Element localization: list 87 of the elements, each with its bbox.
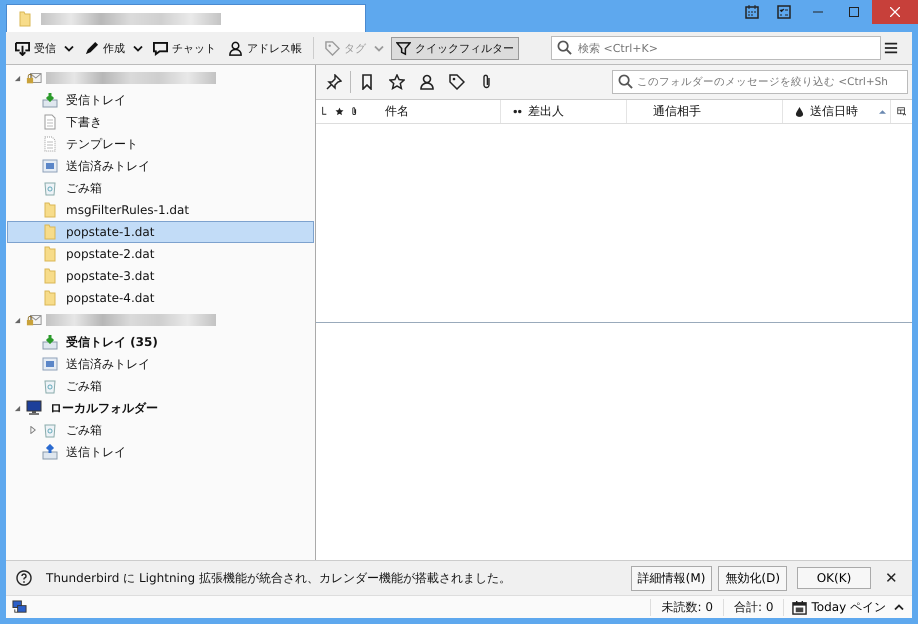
computer-icon [26,400,42,416]
filter-icon [396,40,411,56]
column-header[interactable]: 差出人 [507,100,627,123]
trash-icon [42,180,58,196]
column-header[interactable]: 件名 [365,100,501,123]
folder-row[interactable]: popstate-1.dat [7,221,314,243]
mail-account-icon [26,312,42,328]
folder-icon [42,224,58,240]
filter-button[interactable]: クイックフィルター [391,36,519,60]
star-icon[interactable] [389,74,405,90]
folder-row[interactable]: 受信トレイ [7,89,314,111]
attachment-icon[interactable] [350,106,359,117]
chat-icon [153,40,168,56]
search-icon [557,40,572,55]
task-list-icon[interactable] [776,4,792,20]
folder-row[interactable]: ごみ箱 [7,177,314,199]
sent-icon [42,356,58,372]
folder-row[interactable]: ローカルフォルダー [7,397,314,419]
folder-row[interactable]: ごみ箱 [7,419,314,441]
folder-row[interactable]: 送信済みトレイ [7,155,314,177]
folder-row[interactable]: テンプレート [7,133,314,155]
bookmark-icon[interactable] [359,74,375,90]
junk-icon [795,106,804,117]
get-button[interactable]: 受信 [10,36,61,60]
notification-button[interactable]: 詳細情報(M) [630,566,712,590]
caret-icon [133,44,143,52]
column-header[interactable]: 通信相手 [633,100,783,123]
close-button[interactable] [872,0,918,24]
tag-icon [325,40,340,56]
close-notification-button[interactable]: ✕ [881,569,902,587]
calendar-icon[interactable] [744,4,760,20]
mail-account-icon [26,70,42,86]
folder-row[interactable]: msgFilterRules-1.dat [7,199,314,221]
folder-icon [42,202,58,218]
unread-count: 未読数: 0 [650,598,723,616]
folder-icon [42,268,58,284]
calendar-icon [792,600,808,614]
tag-icon[interactable] [449,74,465,90]
chat-button[interactable]: チャット [148,36,221,60]
notification-message: Thunderbird に Lightning 拡張機能が統合され、カレンダー機能が搭載されました。 [46,570,511,586]
sort-ascending-icon [879,109,886,114]
menu-icon[interactable] [884,41,898,55]
document-icon [42,114,58,130]
download-icon [15,40,30,56]
search-field[interactable]: 検索 <Ctrl+K> [551,36,881,60]
address-button[interactable]: アドレス帳 [223,36,307,60]
folder-icon [17,10,33,26]
folder-icon [42,246,58,262]
folder-row[interactable]: popstate-4.dat [7,287,314,309]
pin-icon[interactable] [326,74,342,90]
caret-icon [64,44,74,52]
caret-icon [894,604,904,610]
filter-field[interactable]: このフォルダーのメッセージを絞り込む <Ctrl+Sh [612,70,908,94]
notification-button[interactable]: 無効化(D) [718,566,787,590]
collapsed-icon[interactable] [28,425,38,435]
notification-button[interactable]: OK(K) [797,567,871,589]
network-icon[interactable] [12,600,27,614]
thread-icon[interactable] [320,106,329,117]
folder-row[interactable]: popstate-2.dat [7,243,314,265]
star-icon[interactable] [335,106,344,117]
folder-row[interactable]: ごみ箱 [7,375,314,397]
folder-row[interactable]: 送信トレイ [7,441,314,463]
write-button[interactable]: 作成 [79,36,130,60]
maximize-icon [849,7,859,17]
today-pane-button[interactable]: Today ペイン [783,598,912,616]
search-icon [618,74,633,89]
trash-icon [42,378,58,394]
inbox-icon [42,92,58,108]
contact-icon[interactable] [419,74,435,90]
column-picker-icon[interactable] [897,106,906,117]
tab[interactable] [6,4,366,32]
total-count: 合計: 0 [722,598,784,616]
close-icon [890,7,900,17]
outbox-icon [42,444,58,460]
folder-row[interactable]: 受信トレイ (35) [7,331,314,353]
sent-icon [42,158,58,174]
folder-row[interactable]: popstate-3.dat [7,265,314,287]
column-header[interactable]: 送信日時 [789,100,891,123]
folder-icon [42,290,58,306]
help-icon [16,570,32,586]
pencil-icon [84,40,99,56]
folder-row[interactable]: 下書き [7,111,314,133]
folder-row[interactable]: 送信済みトレイ [7,353,314,375]
trash-icon [42,422,58,438]
template-icon [42,136,58,152]
contact-icon [228,40,243,56]
inbox-icon [42,334,58,350]
